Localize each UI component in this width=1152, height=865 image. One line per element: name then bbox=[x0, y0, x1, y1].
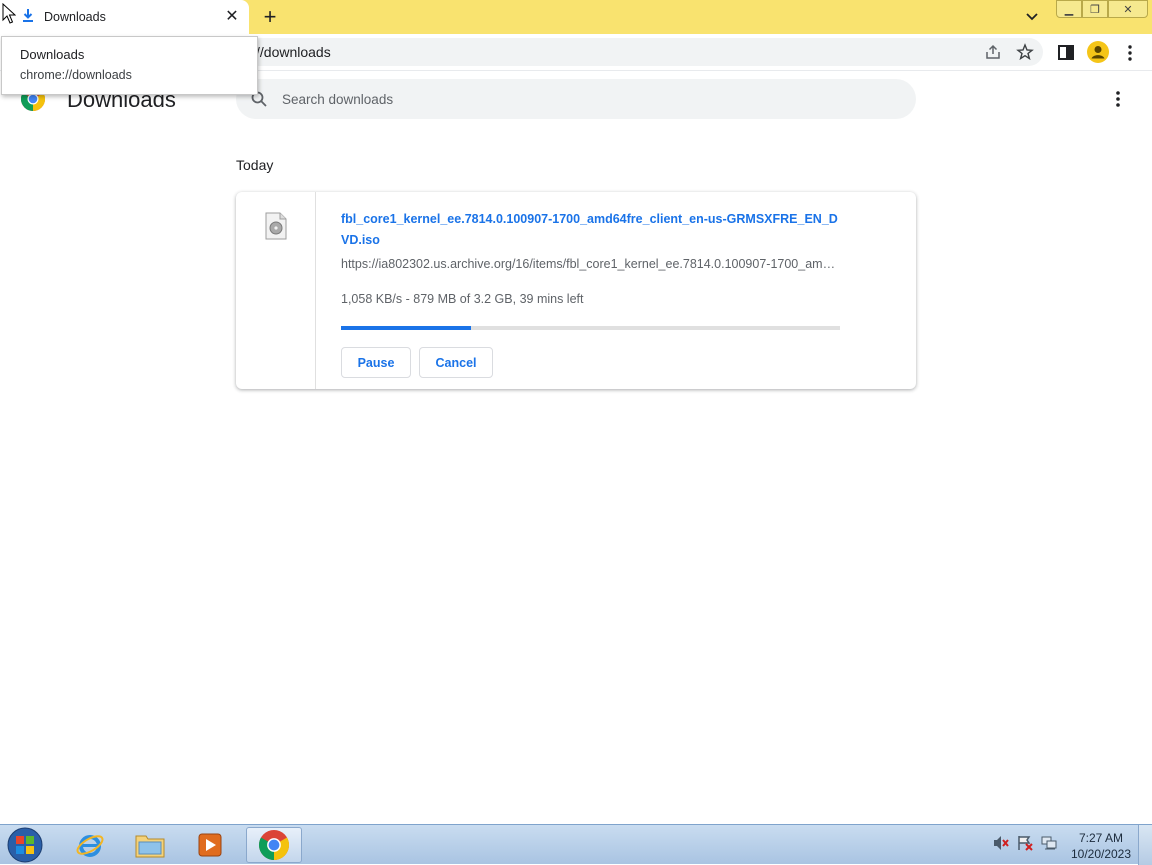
taskbar-internet-explorer[interactable] bbox=[62, 827, 118, 863]
taskbar-media-player[interactable] bbox=[182, 827, 238, 863]
download-icon bbox=[23, 9, 33, 22]
progress-fill bbox=[341, 326, 471, 330]
download-item: fbl_core1_kernel_ee.7814.0.100907-1700_a… bbox=[236, 192, 916, 389]
network-icon[interactable] bbox=[1041, 835, 1057, 851]
minimize-button[interactable]: ▁ bbox=[1056, 0, 1082, 18]
tab-title: Downloads bbox=[44, 10, 106, 24]
person-icon bbox=[1091, 46, 1105, 59]
new-tab-button[interactable]: + bbox=[259, 6, 281, 28]
source-url[interactable]: https://ia802302.us.archive.org/16/items… bbox=[341, 257, 841, 271]
date-heading: Today bbox=[236, 157, 274, 173]
taskbar-chrome[interactable] bbox=[246, 827, 302, 863]
volume-muted-icon[interactable] bbox=[993, 835, 1009, 851]
taskbar-windows-explorer[interactable] bbox=[122, 827, 178, 863]
windows-taskbar: 7:27 AM 10/20/2023 bbox=[0, 824, 1152, 865]
action-center-flag-icon[interactable] bbox=[1017, 835, 1033, 851]
internet-explorer-icon bbox=[76, 835, 104, 857]
restore-button[interactable]: ❐ bbox=[1082, 0, 1108, 18]
window-controls: ▁ ❐ ✕ bbox=[1056, 0, 1148, 18]
windows-explorer-icon bbox=[135, 835, 165, 858]
tab-hover-card: Downloads chrome://downloads bbox=[1, 36, 258, 95]
address-url[interactable]: //downloads bbox=[256, 44, 331, 60]
disc-image-file-icon bbox=[265, 212, 287, 240]
title-bar: Downloads ✕ + ▁ ❐ ✕ bbox=[0, 0, 1152, 34]
system-tray bbox=[993, 835, 1057, 851]
bookmark-star-icon[interactable] bbox=[1016, 43, 1034, 61]
start-button[interactable] bbox=[4, 826, 46, 864]
pause-button[interactable]: Pause bbox=[341, 347, 411, 378]
clock-date: 10/20/2023 bbox=[1070, 847, 1132, 861]
close-icon[interactable]: ✕ bbox=[223, 8, 241, 26]
taskbar-clock[interactable]: 7:27 AM 10/20/2023 bbox=[1066, 830, 1136, 862]
share-icon[interactable] bbox=[984, 43, 1002, 61]
download-status: 1,058 KB/s - 879 MB of 3.2 GB, 39 mins l… bbox=[341, 292, 584, 306]
side-panel-icon[interactable] bbox=[1056, 43, 1076, 63]
show-desktop-button[interactable] bbox=[1138, 825, 1152, 865]
hover-card-url: chrome://downloads bbox=[20, 68, 132, 82]
tab-search-icon[interactable] bbox=[1022, 8, 1042, 26]
hover-card-title: Downloads bbox=[20, 47, 85, 62]
chrome-menu-icon[interactable] bbox=[1120, 43, 1140, 63]
close-window-button[interactable]: ✕ bbox=[1108, 0, 1148, 18]
file-icon-column bbox=[236, 192, 316, 389]
search-input[interactable] bbox=[282, 89, 882, 109]
media-player-icon bbox=[198, 833, 222, 857]
clock-time: 7:27 AM bbox=[1078, 831, 1124, 845]
address-bar[interactable]: //downloads bbox=[236, 38, 1043, 66]
cancel-button[interactable]: Cancel bbox=[419, 347, 493, 378]
more-actions-icon[interactable] bbox=[1108, 88, 1128, 110]
profile-avatar[interactable] bbox=[1087, 41, 1109, 63]
search-bar[interactable] bbox=[236, 79, 916, 119]
download-progress-bar bbox=[341, 326, 840, 330]
file-name-link[interactable]: fbl_core1_kernel_ee.7814.0.100907-1700_a… bbox=[341, 209, 841, 251]
mouse-pointer-icon bbox=[2, 3, 16, 24]
chrome-icon bbox=[259, 830, 289, 860]
tab-downloads[interactable]: Downloads ✕ bbox=[0, 0, 249, 34]
